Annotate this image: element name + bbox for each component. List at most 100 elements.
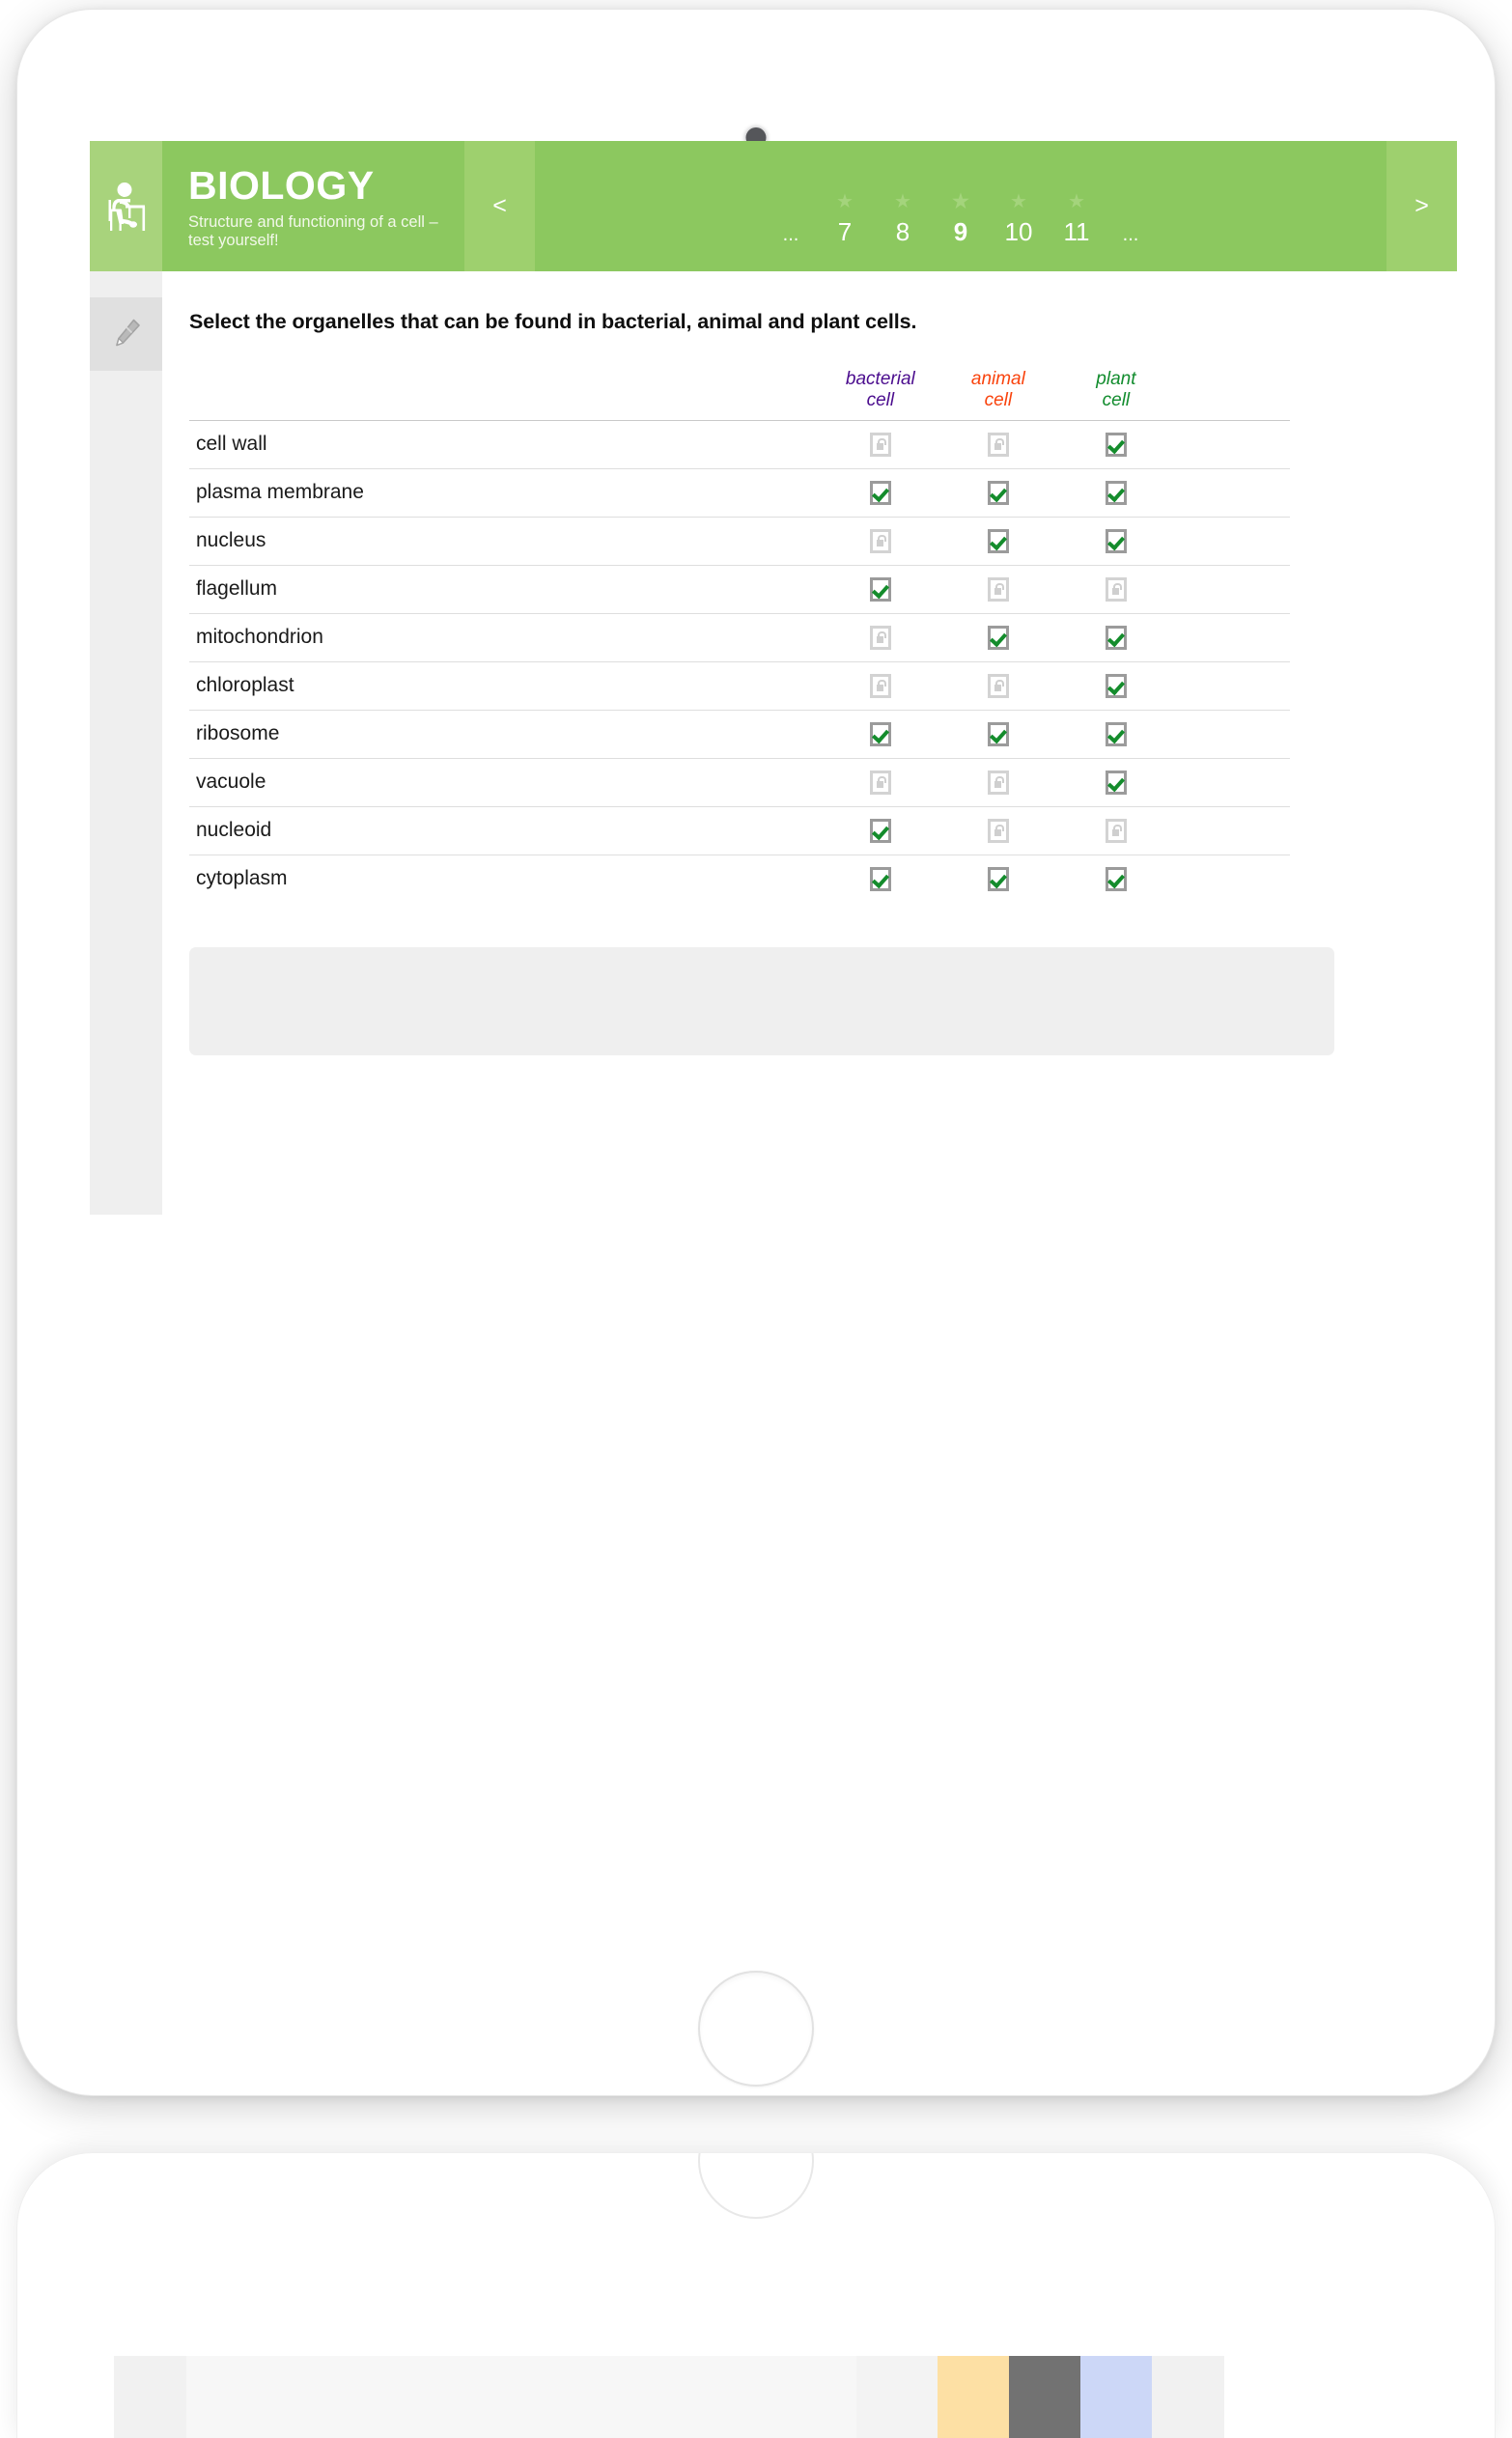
answer-cell[interactable] [939,565,1057,613]
organelle-label: vacuole [196,771,266,794]
answer-cell[interactable] [822,420,939,468]
answer-cell[interactable] [939,758,1057,806]
checked-checkbox-icon[interactable] [987,721,1009,746]
checked-checkbox-icon[interactable] [1105,625,1127,650]
answer-cell[interactable] [939,710,1057,758]
locked-checkbox-icon[interactable] [987,673,1009,698]
checked-checkbox-icon[interactable] [1105,866,1127,891]
locked-checkbox-icon[interactable] [987,576,1009,602]
checked-checkbox-icon[interactable] [1105,673,1127,698]
checked-checkbox-icon[interactable] [987,625,1009,650]
answer-cell[interactable] [822,758,939,806]
answer-cell[interactable] [939,468,1057,517]
locked-checkbox-icon[interactable] [1105,818,1127,843]
locked-checkbox-icon[interactable] [869,770,891,795]
subject-subtitle: Structure and functioning of a cell – te… [188,213,438,249]
locked-checkbox-icon[interactable] [869,625,891,650]
reflection-block [856,2356,938,2438]
answer-cell[interactable] [1057,806,1175,855]
page-link-11[interactable]: ★ 11 [1048,192,1106,246]
locked-checkbox-icon[interactable] [869,432,891,457]
answer-cell[interactable] [1057,710,1175,758]
answer-cell[interactable] [1057,758,1175,806]
checked-checkbox-icon[interactable] [869,721,891,746]
page-link-9[interactable]: ★ 9 [932,192,990,246]
answer-cell[interactable] [822,855,939,903]
page-ellipsis[interactable]: ... [766,225,816,244]
checked-checkbox-icon[interactable] [1105,528,1127,553]
page-label: 9 [953,217,968,246]
checked-checkbox-icon[interactable] [987,480,1009,505]
checked-checkbox-icon[interactable] [1105,480,1127,505]
answer-cell[interactable] [822,661,939,710]
locked-checkbox-icon[interactable] [987,770,1009,795]
answer-cell[interactable] [1057,420,1175,468]
answer-cell[interactable] [939,806,1057,855]
answer-cell[interactable] [1057,517,1175,565]
checked-checkbox-icon[interactable] [869,576,891,602]
organelle-label: cell wall [196,433,267,456]
scene: BIOLOGY Structure and functioning of a c… [0,0,1512,2438]
organelle-label: nucleus [196,529,266,552]
checked-checkbox-icon[interactable] [987,528,1009,553]
answer-cell[interactable] [939,661,1057,710]
page-label: 7 [837,217,853,246]
header-next-button[interactable]: > [1386,141,1457,271]
locked-checkbox-icon[interactable] [987,818,1009,843]
home-button[interactable] [698,1971,814,2087]
answer-cell[interactable] [822,710,939,758]
table-row: vacuole [189,758,1290,806]
reflection-block [938,2356,1009,2438]
row-tail-spacer [1175,420,1290,468]
locked-checkbox-icon[interactable] [1105,576,1127,602]
answer-cell[interactable] [822,806,939,855]
checked-checkbox-icon[interactable] [869,818,891,843]
table-row: cytoplasm [189,855,1290,903]
column-header-bacterial: bacterial cell [822,369,939,420]
locked-checkbox-icon[interactable] [869,673,891,698]
answer-cell[interactable] [939,517,1057,565]
checked-checkbox-icon[interactable] [1105,721,1127,746]
checked-checkbox-icon[interactable] [1105,770,1127,795]
locked-checkbox-icon[interactable] [987,432,1009,457]
column-header-line2: cell [1102,389,1131,410]
star-icon: ★ [1068,191,1085,212]
locked-checkbox-icon[interactable] [869,528,891,553]
header-prev-button[interactable]: < [464,141,535,271]
checked-checkbox-icon[interactable] [869,866,891,891]
column-header-line1: bacterial [845,369,915,389]
app-body: Select the organelles that can be found … [90,271,1457,1215]
page-label: 11 [1063,217,1090,246]
page-link-10[interactable]: ★ 10 [990,192,1048,244]
page-link-8[interactable]: ★ 8 [874,192,932,244]
page-ellipsis[interactable]: ... [1106,225,1156,244]
student-at-desk-icon [90,141,162,271]
app-header: BIOLOGY Structure and functioning of a c… [90,141,1457,271]
page-link-7[interactable]: ★ 7 [816,192,874,246]
pencil-tool-button[interactable] [90,297,162,371]
table-row: cell wall [189,420,1290,468]
answer-cell[interactable] [939,613,1057,661]
reflection-block [1009,2356,1080,2438]
answer-table-head: bacterial cell animal cell plant cell [189,369,1290,420]
checked-checkbox-icon[interactable] [1105,432,1127,457]
answer-cell[interactable] [822,613,939,661]
answer-cell[interactable] [1057,565,1175,613]
answer-cell[interactable] [1057,613,1175,661]
answer-cell[interactable] [1057,468,1175,517]
reflection-home-button [698,2153,814,2219]
answer-cell[interactable] [1057,661,1175,710]
answer-cell[interactable] [939,855,1057,903]
reflection-block [1152,2356,1224,2438]
answer-cell[interactable] [822,468,939,517]
answer-cell[interactable] [822,517,939,565]
answer-cell[interactable] [939,420,1057,468]
star-icon: ★ [1010,191,1027,212]
answer-cell[interactable] [1057,855,1175,903]
checked-checkbox-icon[interactable] [869,480,891,505]
exercise-content: Select the organelles that can be found … [162,271,1457,1215]
answer-cell[interactable] [822,565,939,613]
row-tail-spacer [1175,758,1290,806]
header-title-block: BIOLOGY Structure and functioning of a c… [162,141,464,271]
checked-checkbox-icon[interactable] [987,866,1009,891]
